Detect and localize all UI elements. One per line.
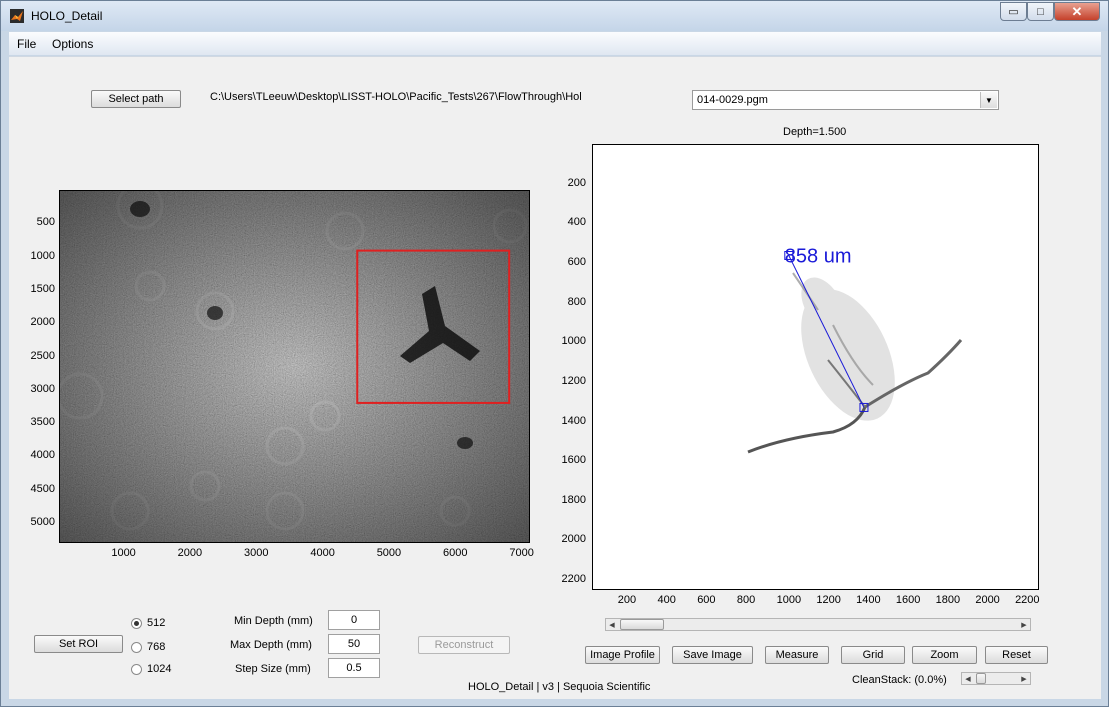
right-x-tick-label: 2200 xyxy=(1015,594,1040,606)
file-select[interactable]: 014-0029.pgm ▼ xyxy=(692,90,999,110)
left-y-tick-label: 500 xyxy=(36,216,55,229)
min-depth-input[interactable]: 0 xyxy=(328,610,380,630)
left-x-tick-label: 1000 xyxy=(111,547,136,559)
chevron-down-icon: ▼ xyxy=(980,92,997,108)
select-path-button[interactable]: Select path xyxy=(91,90,181,108)
right-y-tick-label: 1800 xyxy=(561,493,586,506)
radio-1024[interactable] xyxy=(131,664,142,675)
grid-button[interactable]: Grid xyxy=(841,646,905,664)
maximize-button[interactable]: □ xyxy=(1027,2,1054,21)
save-image-button[interactable]: Save Image xyxy=(672,646,753,664)
menu-options[interactable]: Options xyxy=(52,37,93,51)
right-x-tick-label: 1200 xyxy=(816,594,841,606)
right-x-tick-label: 1400 xyxy=(856,594,881,606)
zoom-button[interactable]: Zoom xyxy=(912,646,977,664)
maximize-icon: □ xyxy=(1037,5,1044,18)
title-bar: HOLO_Detail ▭ □ ✕ xyxy=(1,1,1108,31)
left-x-tick-label: 4000 xyxy=(310,547,335,559)
right-x-tick-label: 600 xyxy=(697,594,716,606)
radio-512[interactable] xyxy=(131,618,142,629)
min-depth-label: Min Depth (mm) xyxy=(234,615,313,627)
scroll-right-icon[interactable]: ▶ xyxy=(1018,619,1030,630)
right-y-tick-label: 800 xyxy=(567,295,586,308)
left-y-tick-label: 4000 xyxy=(30,449,55,462)
right-x-tick-label: 400 xyxy=(657,594,676,606)
slider-right-icon[interactable]: ▶ xyxy=(1018,673,1030,684)
radio-512-label: 512 xyxy=(147,617,166,629)
minimize-icon: ▭ xyxy=(1008,6,1019,18)
cleanstack-slider[interactable]: ◀ ▶ xyxy=(961,672,1031,685)
path-text: C:\Users\TLeeuw\Desktop\LISST-HOLO\Pacif… xyxy=(210,91,582,103)
left-y-tick-label: 3500 xyxy=(30,416,55,429)
radio-768-label: 768 xyxy=(147,641,166,653)
menu-bar: File Options xyxy=(9,32,1101,55)
left-x-tick-label: 2000 xyxy=(177,547,203,559)
max-depth-label: Max Depth (mm) xyxy=(230,639,312,651)
right-x-tick-label: 2000 xyxy=(975,594,1000,606)
left-y-tick-label: 4500 xyxy=(30,482,55,495)
reconstruction-axes[interactable]: 858 um xyxy=(592,144,1039,590)
measure-button[interactable]: Measure xyxy=(765,646,829,664)
slider-left-icon[interactable]: ◀ xyxy=(962,673,974,684)
right-y-tick-label: 2200 xyxy=(561,573,586,586)
left-y-tick-label: 3000 xyxy=(30,382,55,395)
hologram-image-axes[interactable] xyxy=(59,190,530,543)
slider-thumb[interactable] xyxy=(976,673,986,684)
cleanstack-label: CleanStack: (0.0%) xyxy=(852,674,947,686)
file-select-value: 014-0029.pgm xyxy=(697,94,768,106)
reconstruct-button[interactable]: Reconstruct xyxy=(418,636,510,654)
left-x-tick-label: 3000 xyxy=(244,547,269,559)
app-window: HOLO_Detail ▭ □ ✕ File Options Select pa… xyxy=(0,0,1109,707)
close-icon: ✕ xyxy=(1071,3,1083,19)
right-y-tick-label: 1600 xyxy=(561,454,586,467)
reset-button[interactable]: Reset xyxy=(985,646,1048,664)
right-x-tick-label: 1600 xyxy=(895,594,921,606)
radio-1024-label: 1024 xyxy=(147,663,172,675)
radio-768[interactable] xyxy=(131,642,142,653)
main-panel: Select path C:\Users\TLeeuw\Desktop\LISS… xyxy=(9,56,1101,699)
left-y-tick-label: 2000 xyxy=(30,316,55,329)
step-size-input[interactable]: 0.5 xyxy=(328,658,380,678)
left-x-tick-label: 6000 xyxy=(443,547,468,559)
left-y-tick-label: 1000 xyxy=(30,249,55,262)
left-x-tick-label: 5000 xyxy=(376,547,402,559)
left-y-tick-label: 5000 xyxy=(30,516,55,529)
measure-label: 858 um xyxy=(785,246,852,268)
max-depth-input[interactable]: 50 xyxy=(328,634,380,654)
right-y-tick-label: 200 xyxy=(567,176,586,189)
menu-file[interactable]: File xyxy=(17,37,36,51)
right-y-tick-label: 1200 xyxy=(561,374,586,387)
reconstruction-image: 858 um xyxy=(747,246,963,454)
right-x-tick-label: 1000 xyxy=(776,594,802,606)
right-y-tick-label: 400 xyxy=(567,216,586,229)
image-profile-button[interactable]: Image Profile xyxy=(585,646,660,664)
right-x-tick-label: 800 xyxy=(736,594,756,606)
image-scrollbar[interactable]: ◀ ▶ xyxy=(605,618,1031,631)
minimize-button[interactable]: ▭ xyxy=(1000,2,1027,21)
close-button[interactable]: ✕ xyxy=(1054,2,1100,21)
hologram-image xyxy=(60,191,529,542)
left-y-tick-label: 2500 xyxy=(30,349,55,362)
step-size-label: Step Size (mm) xyxy=(235,663,311,675)
matlab-logo-icon xyxy=(10,9,24,23)
scroll-left-icon[interactable]: ◀ xyxy=(606,619,618,630)
left-x-tick-label: 7000 xyxy=(509,547,534,559)
right-y-tick-label: 2000 xyxy=(561,533,586,546)
right-y-tick-label: 600 xyxy=(567,255,586,268)
right-x-tick-label: 200 xyxy=(617,594,637,606)
depth-title: Depth=1.500 xyxy=(783,126,847,138)
scroll-thumb[interactable] xyxy=(620,619,664,630)
right-y-tick-label: 1000 xyxy=(561,335,586,348)
window-title: HOLO_Detail xyxy=(31,9,103,23)
right-x-tick-label: 1800 xyxy=(935,594,961,606)
right-y-tick-label: 1400 xyxy=(561,414,586,427)
set-roi-button[interactable]: Set ROI xyxy=(34,635,123,653)
left-y-tick-label: 1500 xyxy=(30,282,55,295)
footer-text: HOLO_Detail | v3 | Sequoia Scientific xyxy=(468,681,651,693)
